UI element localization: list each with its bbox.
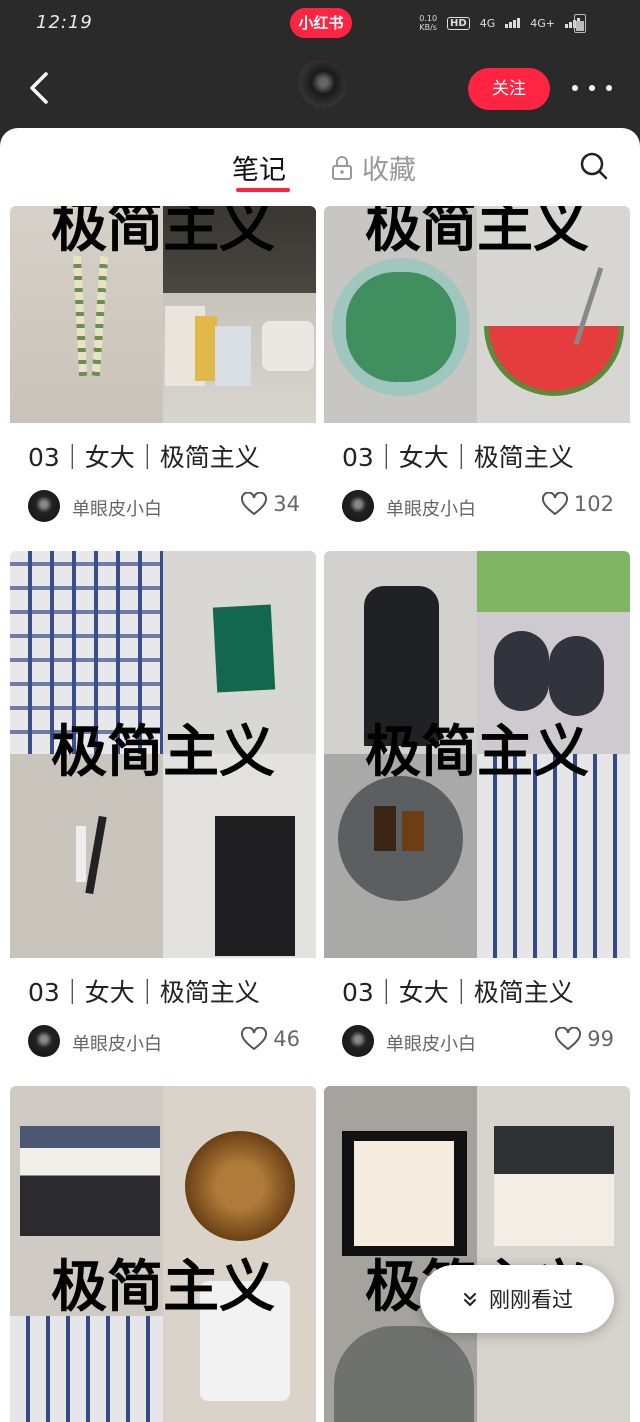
cover-overlay-text: 极简主义 [51, 720, 275, 785]
heart-icon [241, 492, 268, 516]
tab-favorites-label: 收藏 [362, 155, 416, 186]
profile-nav-bar: 关注 [0, 48, 640, 128]
recently-viewed-label: 刚刚看过 [489, 1288, 573, 1312]
author-avatar [28, 490, 60, 522]
like-count: 99 [587, 1027, 614, 1051]
cover-overlay-text: 极简主义 [365, 206, 589, 260]
hd-badge: HD [447, 16, 470, 30]
note-card[interactable]: 极简主义 [10, 1086, 316, 1422]
lock-icon [332, 155, 352, 180]
note-cover-image: 极简主义 [324, 551, 630, 958]
search-button[interactable] [578, 150, 610, 182]
note-card[interactable]: 极简主义 [324, 1086, 630, 1422]
author-name: 单眼皮小白 [386, 499, 476, 520]
like-count: 34 [273, 492, 300, 516]
cover-overlay-text: 极简主义 [365, 720, 589, 785]
battery-icon [574, 14, 586, 33]
note-card[interactable]: 极简主义 03｜女大｜极简主义 单眼皮小白 102 [324, 206, 630, 541]
like-count: 102 [573, 492, 614, 516]
active-tab-indicator [236, 188, 290, 192]
author-name: 单眼皮小白 [72, 499, 162, 520]
author-name: 单眼皮小白 [386, 1034, 476, 1055]
note-title: 03｜女大｜极简主义 [28, 978, 260, 1007]
heart-icon [541, 492, 568, 516]
status-time: 12:19 [36, 12, 93, 33]
note-cover-image: 极简主义 [10, 1086, 316, 1422]
follow-button[interactable]: 关注 [468, 68, 550, 110]
like-button[interactable]: 99 [555, 1027, 614, 1051]
note-title: 03｜女大｜极简主义 [28, 443, 260, 472]
like-button[interactable]: 34 [241, 492, 300, 516]
chevron-down-icon [464, 1293, 476, 1306]
search-icon [580, 152, 608, 180]
recently-viewed-button[interactable]: 刚刚看过 [420, 1265, 614, 1333]
tab-favorites[interactable]: 收藏 [330, 148, 416, 187]
note-card[interactable]: 极简主义 03｜女大｜极简主义 单眼皮小白 46 [10, 551, 316, 1076]
status-indicators: 0.10 KB/s HD 4G 4G+ [419, 14, 580, 32]
profile-avatar[interactable] [296, 60, 346, 110]
heart-icon [555, 1027, 582, 1051]
note-cover-image: 极简主义 [324, 206, 630, 423]
status-bar: 12:19 小红书 0.10 KB/s HD 4G 4G+ [0, 0, 640, 48]
cover-overlay-text: 极简主义 [51, 206, 275, 260]
back-button[interactable] [22, 66, 62, 110]
profile-tabs: 笔记 收藏 [0, 128, 640, 206]
like-count: 46 [273, 1027, 300, 1051]
network-type-2: 4G+ [530, 16, 555, 30]
profile-content-sheet: 笔记 收藏 极简主义 03｜女大｜极简主义 单眼皮小白 34 极简主义 03｜女… [0, 128, 640, 1422]
author-avatar [28, 1025, 60, 1057]
author-avatar [342, 1025, 374, 1057]
chevron-left-icon [30, 72, 48, 104]
note-cover-image: 极简主义 [10, 206, 316, 423]
more-options-button[interactable] [572, 76, 612, 100]
network-speed: 0.10 KB/s [419, 14, 438, 32]
author-avatar [342, 490, 374, 522]
like-button[interactable]: 46 [241, 1027, 300, 1051]
note-cover-image: 极简主义 [324, 1086, 630, 1422]
author-name: 单眼皮小白 [72, 1034, 162, 1055]
like-button[interactable]: 102 [541, 492, 614, 516]
note-cover-image: 极简主义 [10, 551, 316, 958]
note-card[interactable]: 极简主义 03｜女大｜极简主义 单眼皮小白 34 [10, 206, 316, 541]
note-title: 03｜女大｜极简主义 [342, 978, 574, 1007]
signal-icon [505, 18, 521, 28]
tab-notes[interactable]: 笔记 [232, 148, 286, 187]
note-card[interactable]: 极简主义 03｜女大｜极简主义 单眼皮小白 99 [324, 551, 630, 1076]
app-brand-badge: 小红书 [290, 8, 352, 38]
heart-icon [241, 1027, 268, 1051]
cover-overlay-text: 极简主义 [51, 1255, 275, 1320]
network-type-1: 4G [479, 16, 496, 30]
note-title: 03｜女大｜极简主义 [342, 443, 574, 472]
